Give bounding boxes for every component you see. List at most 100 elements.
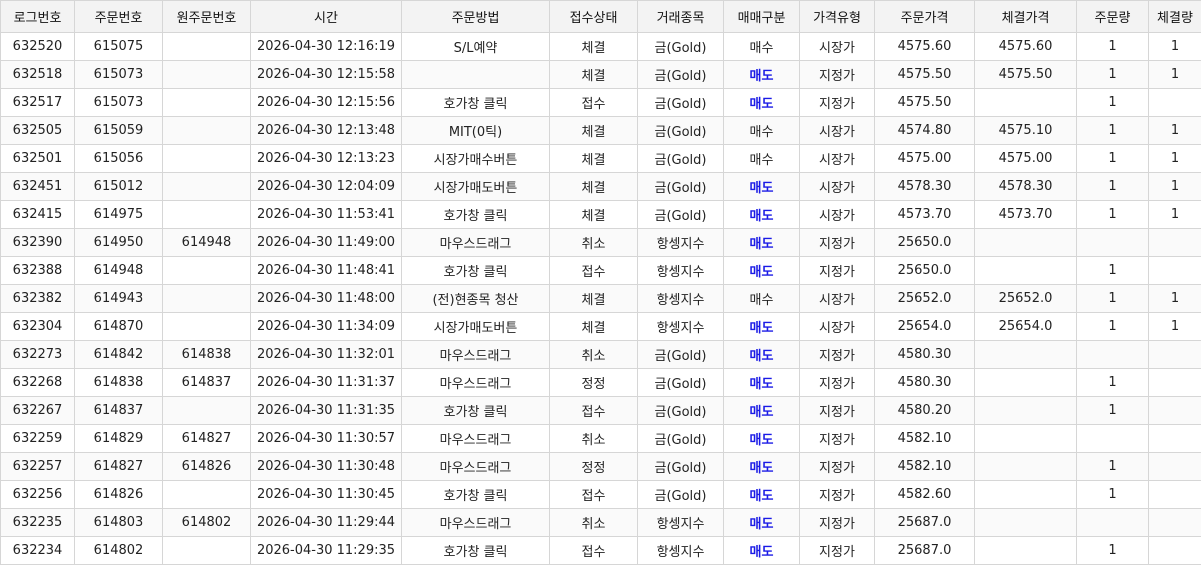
cell-log-no: 632501 [0,144,75,173]
cell-order-no: 614870 [74,312,163,341]
cell-order-qty [1076,228,1149,257]
table-row[interactable]: 632505 615059 2026-04-30 12:13:48 MIT(0틱) 체결… [0,116,1201,145]
table-row[interactable]: 632517 615073 2026-04-30 12:15:56 호가창 클릭 접수 금… [0,88,1201,117]
table-row[interactable]: 632415 614975 2026-04-30 11:53:41 호가창 클릭 체결 금… [0,200,1201,229]
col-header-side[interactable]: 매매구분 [723,0,800,33]
cell-order-qty: 1 [1076,144,1149,173]
cell-status: 취소 [549,228,638,257]
col-header-orig-order-no[interactable]: 원주문번호 [162,0,251,33]
cell-side: 매도 [723,396,800,425]
col-header-fill-price[interactable]: 체결가격 [974,0,1077,33]
cell-order-method: 시장가매도버튼 [401,172,550,201]
cell-fill-price: 25652.0 [974,284,1077,313]
col-header-order-price[interactable]: 주문가격 [874,0,975,33]
cell-instrument: 금(Gold) [637,60,724,89]
cell-order-qty: 1 [1076,116,1149,145]
cell-time: 2026-04-30 11:29:35 [250,536,402,565]
cell-fill-qty: 1 [1148,312,1201,341]
cell-instrument: 금(Gold) [637,200,724,229]
col-header-order-no[interactable]: 주문번호 [74,0,163,33]
cell-order-no: 615075 [74,32,163,61]
cell-instrument: 금(Gold) [637,116,724,145]
cell-order-method: 마우스드래그 [401,368,550,397]
cell-order-qty [1076,340,1149,369]
header-row: 로그번호 주문번호 원주문번호 시간 주문방법 접수상태 거래종목 매매구분 가… [0,0,1201,33]
cell-fill-price [974,228,1077,257]
cell-log-no: 632390 [0,228,75,257]
cell-side: 매도 [723,368,800,397]
cell-fill-price: 4575.60 [974,32,1077,61]
table-row[interactable]: 632268 614838 614837 2026-04-30 11:31:37 마우스… [0,368,1201,397]
col-header-time[interactable]: 시간 [250,0,402,33]
table-row[interactable]: 632388 614948 2026-04-30 11:48:41 호가창 클릭 접수 항… [0,256,1201,285]
table-row[interactable]: 632304 614870 2026-04-30 11:34:09 시장가매도버튼 체결… [0,312,1201,341]
col-header-order-qty[interactable]: 주문량 [1076,0,1149,33]
cell-order-price: 4580.20 [874,396,975,425]
cell-log-no: 632234 [0,536,75,565]
col-header-price-type[interactable]: 가격유형 [799,0,875,33]
cell-order-no: 614842 [74,340,163,369]
cell-order-method: 호가창 클릭 [401,200,550,229]
col-header-log-no[interactable]: 로그번호 [0,0,75,33]
cell-price-type: 지정가 [799,88,875,117]
cell-fill-price [974,452,1077,481]
table-row[interactable]: 632273 614842 614838 2026-04-30 11:32:01 마우스… [0,340,1201,369]
table-row[interactable]: 632520 615075 2026-04-30 12:16:19 S/L예약 체결 금(… [0,32,1201,61]
cell-fill-qty [1148,228,1201,257]
cell-side: 매도 [723,172,800,201]
cell-price-type: 지정가 [799,508,875,537]
cell-price-type: 지정가 [799,480,875,509]
cell-order-no: 614838 [74,368,163,397]
cell-orig-order-no [162,144,251,173]
cell-order-method: 마우스드래그 [401,508,550,537]
cell-order-method: 호가창 클릭 [401,536,550,565]
cell-order-price: 4575.50 [874,88,975,117]
cell-order-qty: 1 [1076,172,1149,201]
cell-price-type: 시장가 [799,172,875,201]
table-row[interactable]: 632390 614950 614948 2026-04-30 11:49:00 마우스… [0,228,1201,257]
cell-side: 매도 [723,340,800,369]
table-row[interactable]: 632256 614826 2026-04-30 11:30:45 호가창 클릭 접수 금… [0,480,1201,509]
cell-price-type: 지정가 [799,340,875,369]
cell-side: 매도 [723,424,800,453]
cell-log-no: 632273 [0,340,75,369]
cell-log-no: 632382 [0,284,75,313]
cell-order-method: (전)현종목 청산 [401,284,550,313]
table-row[interactable]: 632259 614829 614827 2026-04-30 11:30:57 마우스… [0,424,1201,453]
col-header-instrument[interactable]: 거래종목 [637,0,724,33]
table-row[interactable]: 632518 615073 2026-04-30 12:15:58 체결 금(Gold)… [0,60,1201,89]
cell-order-qty: 1 [1076,452,1149,481]
cell-price-type: 시장가 [799,200,875,229]
col-header-status[interactable]: 접수상태 [549,0,638,33]
table-row[interactable]: 632234 614802 2026-04-30 11:29:35 호가창 클릭 접수 항… [0,536,1201,565]
cell-status: 취소 [549,340,638,369]
cell-log-no: 632415 [0,200,75,229]
cell-order-no: 614826 [74,480,163,509]
cell-order-price: 25650.0 [874,256,975,285]
col-header-order-method[interactable]: 주문방법 [401,0,550,33]
cell-side: 매수 [723,284,800,313]
cell-instrument: 금(Gold) [637,340,724,369]
cell-order-price: 25652.0 [874,284,975,313]
cell-order-no: 614837 [74,396,163,425]
table-row[interactable]: 632267 614837 2026-04-30 11:31:35 호가창 클릭 접수 금… [0,396,1201,425]
table-row[interactable]: 632382 614943 2026-04-30 11:48:00 (전)현종목 청산… [0,284,1201,313]
cell-orig-order-no [162,284,251,313]
cell-instrument: 금(Gold) [637,144,724,173]
table-row[interactable]: 632451 615012 2026-04-30 12:04:09 시장가매도버튼 체결… [0,172,1201,201]
cell-order-no: 614975 [74,200,163,229]
cell-side: 매도 [723,228,800,257]
cell-order-method: 호가창 클릭 [401,480,550,509]
cell-order-price: 25650.0 [874,228,975,257]
cell-status: 취소 [549,508,638,537]
cell-order-method: 호가창 클릭 [401,88,550,117]
cell-fill-price [974,340,1077,369]
cell-time: 2026-04-30 11:30:45 [250,480,402,509]
col-header-fill-qty[interactable]: 체결량 [1148,0,1201,33]
cell-instrument: 항셍지수 [637,536,724,565]
table-row[interactable]: 632257 614827 614826 2026-04-30 11:30:48 마우스… [0,452,1201,481]
cell-status: 접수 [549,88,638,117]
table-row[interactable]: 632501 615056 2026-04-30 12:13:23 시장가매수버튼 체결… [0,144,1201,173]
table-row[interactable]: 632235 614803 614802 2026-04-30 11:29:44 마우스… [0,508,1201,537]
cell-orig-order-no [162,312,251,341]
